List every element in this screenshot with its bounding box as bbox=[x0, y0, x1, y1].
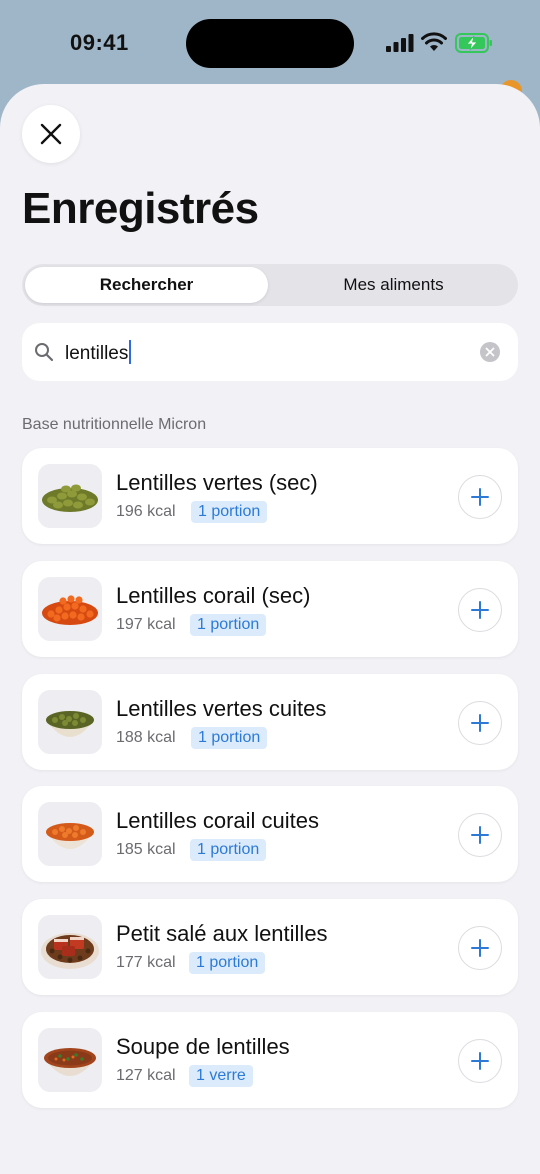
list-item[interactable]: Lentilles vertes cuites 188 kcal 1 porti… bbox=[22, 673, 518, 770]
add-food-button[interactable] bbox=[458, 700, 502, 745]
search-value: lentilles bbox=[65, 343, 129, 364]
petit-sale-icon bbox=[38, 915, 102, 980]
lentil-soup-icon bbox=[38, 1027, 102, 1092]
list-item[interactable]: Lentilles vertes (sec) 196 kcal 1 portio… bbox=[22, 448, 518, 544]
add-food-button[interactable] bbox=[458, 1038, 502, 1083]
food-kcal: 188 kcal bbox=[116, 728, 176, 746]
segmented-control: Rechercher Mes aliments bbox=[22, 264, 518, 306]
tab-rechercher[interactable]: Rechercher bbox=[25, 267, 268, 303]
dynamic-island bbox=[186, 19, 354, 68]
food-kcal: 127 kcal bbox=[116, 1066, 176, 1084]
list-item[interactable]: Lentilles corail (sec) 197 kcal 1 portio… bbox=[22, 560, 518, 657]
clear-icon bbox=[485, 347, 495, 357]
food-kcal: 185 kcal bbox=[116, 841, 176, 859]
list-item[interactable]: Petit salé aux lentilles 177 kcal 1 port… bbox=[22, 899, 518, 996]
portion-badge[interactable]: 1 portion bbox=[190, 839, 267, 862]
cellular-signal-icon bbox=[386, 34, 414, 52]
list-item[interactable]: Lentilles corail cuites 185 kcal 1 porti… bbox=[22, 786, 518, 883]
food-kcal: 196 kcal bbox=[116, 503, 176, 520]
add-food-button[interactable] bbox=[458, 926, 502, 971]
plus-icon bbox=[471, 488, 489, 506]
wifi-icon bbox=[421, 32, 447, 51]
list-item[interactable]: Soupe de lentilles 127 kcal 1 verre bbox=[22, 1011, 518, 1108]
plus-icon bbox=[471, 1051, 489, 1070]
plus-icon bbox=[471, 600, 489, 619]
search-icon bbox=[35, 343, 54, 362]
search-field[interactable]: lentilles bbox=[65, 340, 132, 365]
status-time: 09:41 bbox=[70, 30, 129, 55]
cooked-green-lentils-icon bbox=[38, 689, 102, 754]
section-label: Base nutritionnelle Micron bbox=[22, 416, 207, 433]
food-name: Lentilles corail cuites bbox=[116, 808, 319, 834]
portion-badge[interactable]: 1 portion bbox=[189, 952, 266, 975]
search-input[interactable]: lentilles bbox=[22, 323, 518, 381]
text-caret bbox=[129, 340, 132, 364]
status-bar: 09:41 bbox=[0, 0, 540, 86]
food-name: Lentilles corail (sec) bbox=[116, 582, 311, 608]
food-name: Soupe de lentilles bbox=[116, 1033, 290, 1059]
portion-badge[interactable]: 1 portion bbox=[191, 726, 268, 749]
close-icon bbox=[40, 123, 62, 145]
add-food-button[interactable] bbox=[458, 813, 502, 858]
add-food-button[interactable] bbox=[458, 587, 502, 632]
food-kcal: 197 kcal bbox=[116, 615, 176, 633]
coral-lentils-icon bbox=[38, 576, 102, 641]
plus-icon bbox=[471, 939, 489, 958]
food-name: Lentilles vertes (sec) bbox=[116, 470, 318, 495]
food-name: Petit salé aux lentilles bbox=[116, 921, 328, 947]
food-name: Lentilles vertes cuites bbox=[116, 695, 327, 721]
portion-badge[interactable]: 1 portion bbox=[191, 501, 268, 523]
green-lentils-icon bbox=[38, 464, 102, 528]
food-list: Lentilles vertes (sec) 196 kcal 1 portio… bbox=[22, 448, 518, 1125]
add-food-button[interactable] bbox=[458, 475, 502, 519]
clear-search-button[interactable] bbox=[480, 342, 500, 362]
plus-icon bbox=[471, 713, 489, 732]
page-title: Enregistrés bbox=[22, 184, 259, 233]
portion-badge[interactable]: 1 portion bbox=[190, 613, 267, 636]
battery-charging-icon bbox=[455, 33, 492, 53]
portion-badge[interactable]: 1 verre bbox=[189, 1064, 253, 1087]
tab-mes-aliments[interactable]: Mes aliments bbox=[272, 267, 515, 303]
close-button[interactable] bbox=[22, 105, 80, 163]
cooked-coral-lentils-icon bbox=[38, 802, 102, 867]
plus-icon bbox=[471, 826, 489, 845]
food-kcal: 177 kcal bbox=[116, 954, 176, 972]
